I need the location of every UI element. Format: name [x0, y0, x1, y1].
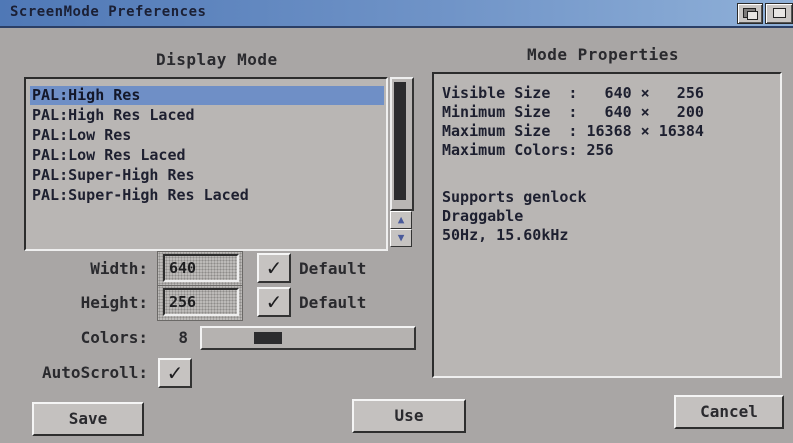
- autoscroll-label: AutoScroll:: [42, 363, 148, 382]
- cancel-button[interactable]: Cancel: [674, 395, 784, 429]
- autoscroll-checkbox[interactable]: ✓: [158, 358, 192, 388]
- scroll-down-icon[interactable]: ▼: [390, 229, 412, 247]
- height-default-label: Default: [299, 293, 367, 312]
- list-item-pal-high-res-laced[interactable]: PAL:High Res Laced: [32, 106, 195, 125]
- mode-properties-heading: Mode Properties: [527, 45, 679, 64]
- height-label: Height:: [80, 293, 148, 312]
- list-item-pal-super-high-res[interactable]: PAL:Super-High Res: [32, 166, 195, 185]
- height-default-checkbox[interactable]: ✓: [257, 287, 291, 317]
- width-label: Width:: [90, 259, 148, 278]
- prop-maximum-colors: Maximum Colors: 256: [442, 141, 614, 159]
- display-mode-list[interactable]: PAL:High Res PAL:High Res Laced PAL:Low …: [24, 77, 388, 251]
- display-mode-heading: Display Mode: [156, 50, 278, 69]
- prop-minimum-size: Minimum Size : 640 × 200: [442, 103, 704, 121]
- list-item-pal-high-res[interactable]: PAL:High Res: [30, 86, 384, 105]
- prop-supports-genlock: Supports genlock: [442, 188, 587, 206]
- prop-draggable: Draggable: [442, 207, 524, 225]
- prop-maximum-size: Maximum Size : 16368 × 16384: [442, 122, 704, 140]
- list-item-pal-low-res-laced[interactable]: PAL:Low Res Laced: [32, 146, 186, 165]
- prop-scan-rate: 50Hz, 15.60kHz: [442, 226, 569, 244]
- mode-properties-panel: Visible Size : 640 × 256 Minimum Size : …: [432, 72, 782, 378]
- window-title: ScreenMode Preferences: [10, 4, 207, 20]
- window-title-bar[interactable]: ScreenMode Preferences: [0, 0, 793, 28]
- scrollbar-knob[interactable]: [394, 82, 406, 200]
- colors-value: 8: [178, 328, 188, 347]
- list-item-pal-super-high-res-laced[interactable]: PAL:Super-High Res Laced: [32, 186, 249, 205]
- colors-slider-knob[interactable]: [254, 332, 282, 344]
- width-field[interactable]: 640: [163, 254, 239, 282]
- colors-slider[interactable]: [200, 326, 416, 350]
- save-button[interactable]: Save: [32, 402, 144, 436]
- width-default-label: Default: [299, 259, 367, 278]
- use-button[interactable]: Use: [352, 399, 466, 433]
- height-field[interactable]: 256: [163, 288, 239, 316]
- depth-gadget-icon[interactable]: [737, 3, 763, 24]
- scroll-up-icon[interactable]: ▲: [390, 211, 412, 229]
- width-default-checkbox[interactable]: ✓: [257, 253, 291, 283]
- colors-label: Colors:: [80, 328, 148, 347]
- prop-visible-size: Visible Size : 640 × 256: [442, 84, 704, 102]
- zoom-gadget-icon[interactable]: [765, 3, 793, 24]
- list-item-pal-low-res[interactable]: PAL:Low Res: [32, 126, 131, 145]
- list-scrollbar[interactable]: [390, 77, 414, 211]
